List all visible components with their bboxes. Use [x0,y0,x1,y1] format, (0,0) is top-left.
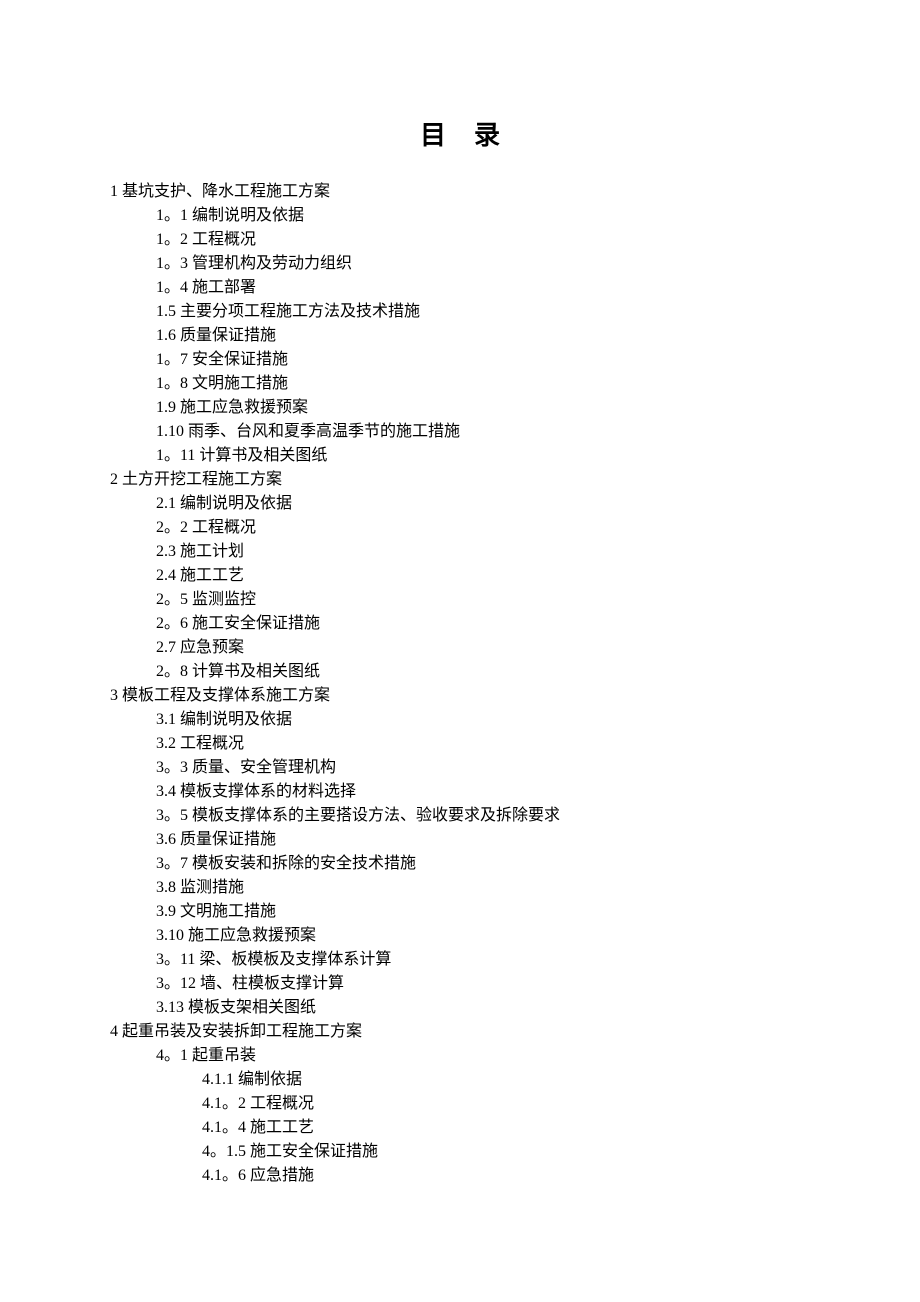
toc-entry: 1。7 安全保证措施 [156,348,810,372]
toc-entry: 3.4 模板支撑体系的材料选择 [156,780,810,804]
toc-entry: 1。1 编制说明及依据 [156,204,810,228]
toc-entry: 3。12 墙、柱模板支撑计算 [156,972,810,996]
toc-entry: 4.1.1 编制依据 [202,1068,810,1092]
toc-entry: 2。2 工程概况 [156,516,810,540]
toc-entry: 3。5 模板支撑体系的主要搭设方法、验收要求及拆除要求 [156,804,810,828]
page-title: 目录 [110,115,810,152]
toc-entry: 3.9 文明施工措施 [156,900,810,924]
toc-entry: 3。11 梁、板模板及支撑体系计算 [156,948,810,972]
toc-entry: 1。8 文明施工措施 [156,372,810,396]
toc-entry: 4。1 起重吊装 [156,1044,810,1068]
toc-entry: 1.9 施工应急救援预案 [156,396,810,420]
toc-entry: 1 基坑支护、降水工程施工方案 [110,180,810,204]
toc-entry: 2。5 监测监控 [156,588,810,612]
toc-entry: 3.13 模板支架相关图纸 [156,996,810,1020]
toc-entry: 4.1。2 工程概况 [202,1092,810,1116]
toc-entry: 2。6 施工安全保证措施 [156,612,810,636]
toc-entry: 2.3 施工计划 [156,540,810,564]
toc-entry: 1.10 雨季、台风和夏季高温季节的施工措施 [156,420,810,444]
toc-entry: 1。4 施工部署 [156,276,810,300]
toc-entry: 3.10 施工应急救援预案 [156,924,810,948]
toc-entry: 3 模板工程及支撑体系施工方案 [110,684,810,708]
toc-entry: 1.5 主要分项工程施工方法及技术措施 [156,300,810,324]
toc-entry: 1。11 计算书及相关图纸 [156,444,810,468]
toc-entry: 3.6 质量保证措施 [156,828,810,852]
toc-entry: 2.1 编制说明及依据 [156,492,810,516]
toc-entry: 1。2 工程概况 [156,228,810,252]
toc-entry: 2。8 计算书及相关图纸 [156,660,810,684]
toc-entry: 3.8 监测措施 [156,876,810,900]
toc-entry: 2 土方开挖工程施工方案 [110,468,810,492]
toc-entry: 1.6 质量保证措施 [156,324,810,348]
table-of-contents: 1 基坑支护、降水工程施工方案1。1 编制说明及依据1。2 工程概况1。3 管理… [110,180,810,1188]
toc-entry: 4 起重吊装及安装拆卸工程施工方案 [110,1020,810,1044]
toc-entry: 1。3 管理机构及劳动力组织 [156,252,810,276]
toc-entry: 4。1.5 施工安全保证措施 [202,1140,810,1164]
toc-entry: 2.7 应急预案 [156,636,810,660]
toc-entry: 3.1 编制说明及依据 [156,708,810,732]
toc-entry: 4.1。4 施工工艺 [202,1116,810,1140]
toc-entry: 3。7 模板安装和拆除的安全技术措施 [156,852,810,876]
toc-entry: 3。3 质量、安全管理机构 [156,756,810,780]
toc-entry: 3.2 工程概况 [156,732,810,756]
toc-entry: 4.1。6 应急措施 [202,1164,810,1188]
toc-entry: 2.4 施工工艺 [156,564,810,588]
